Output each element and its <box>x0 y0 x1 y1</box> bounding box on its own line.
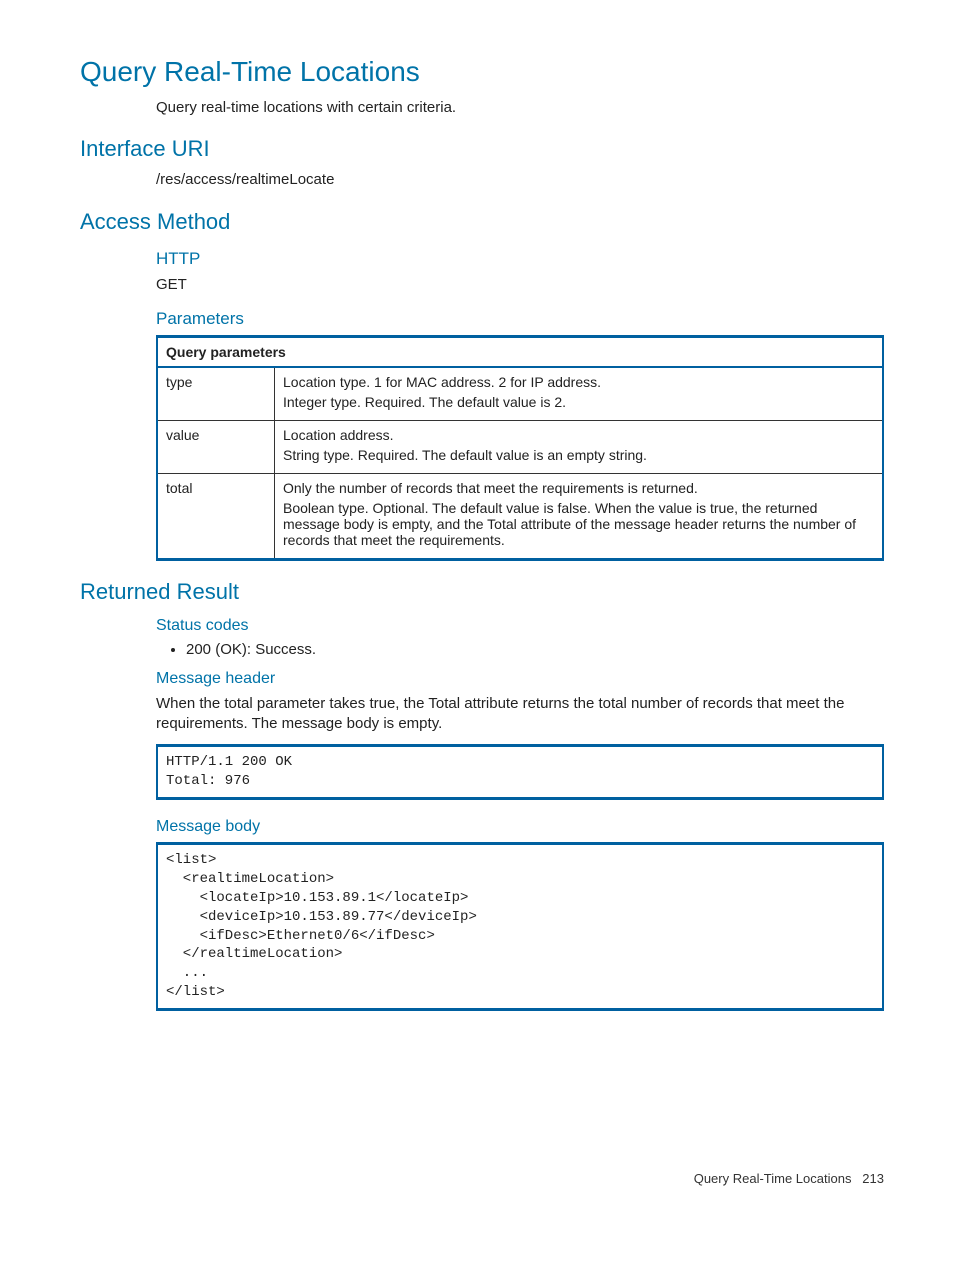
page-title: Query Real-Time Locations <box>80 56 884 88</box>
intro-paragraph: Query real-time locations with certain c… <box>156 98 884 118</box>
interface-uri-heading: Interface URI <box>80 136 884 162</box>
message-body-label: Message body <box>156 818 884 836</box>
message-body-code: <list> <realtimeLocation> <locateIp>10.1… <box>156 842 884 1011</box>
param-name: type <box>157 367 275 421</box>
param-name: value <box>157 420 275 473</box>
footer-text: Query Real-Time Locations <box>694 1171 852 1186</box>
param-desc: Location type. 1 for MAC address. 2 for … <box>275 367 884 421</box>
message-header-label: Message header <box>156 670 884 688</box>
query-parameters-table: Query parameters type Location type. 1 f… <box>156 335 884 561</box>
footer-page: 213 <box>862 1171 884 1186</box>
list-item: 200 (OK): Success. <box>186 641 884 658</box>
param-desc: Location address. String type. Required.… <box>275 420 884 473</box>
parameters-label: Parameters <box>156 309 884 329</box>
page-footer: Query Real-Time Locations 213 <box>80 1171 884 1186</box>
table-caption: Query parameters <box>157 336 883 367</box>
message-header-code: HTTP/1.1 200 OK Total: 976 <box>156 744 884 800</box>
http-method: GET <box>156 275 884 295</box>
table-row: total Only the number of records that me… <box>157 473 883 559</box>
http-label: HTTP <box>156 249 884 269</box>
interface-uri-value: /res/access/realtimeLocate <box>156 170 884 190</box>
message-header-text: When the total parameter takes true, the… <box>156 694 884 735</box>
param-desc: Only the number of records that meet the… <box>275 473 884 559</box>
access-method-heading: Access Method <box>80 209 884 235</box>
table-row: type Location type. 1 for MAC address. 2… <box>157 367 883 421</box>
status-codes-label: Status codes <box>156 617 884 635</box>
returned-result-heading: Returned Result <box>80 579 884 605</box>
table-row: value Location address. String type. Req… <box>157 420 883 473</box>
param-name: total <box>157 473 275 559</box>
status-codes-list: 200 (OK): Success. <box>156 641 884 658</box>
